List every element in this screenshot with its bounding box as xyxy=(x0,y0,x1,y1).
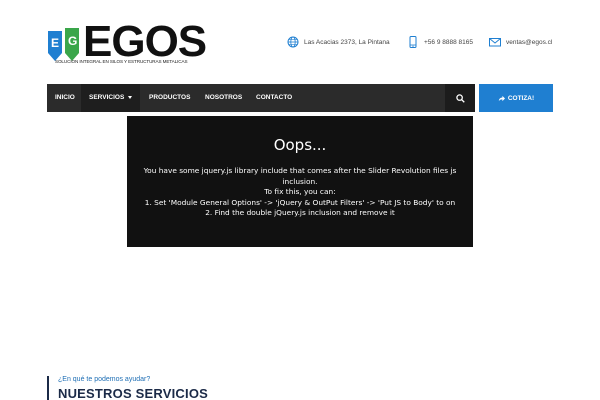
services-subtitle: ¿En qué te podemos ayudar? xyxy=(58,376,151,383)
main-nav: INICIO SERVICIOS PRODUCTOS NOSOTROS CONT… xyxy=(47,84,475,112)
nav-item-servicios[interactable]: SERVICIOS xyxy=(81,84,141,112)
error-step-1: 1. Set 'Module General Options' -> 'jQue… xyxy=(144,197,456,207)
search-icon xyxy=(455,93,465,103)
nav-item-productos[interactable]: PRODUCTOS xyxy=(149,84,190,112)
brand-logo[interactable]: E G EGOS SOLUCION INTEGRAL EN SILOS Y ES… xyxy=(47,20,207,70)
contact-phone[interactable]: +56 9 8888 8165 xyxy=(407,35,473,49)
nav-item-label: SERVICIOS xyxy=(89,94,125,101)
services-title: NUESTROS SERVICIOS xyxy=(58,386,209,400)
svg-text:G: G xyxy=(68,34,77,48)
contact-email[interactable]: ventas@egos.cl xyxy=(489,35,552,49)
nav-item-nosotros[interactable]: NOSOTROS xyxy=(205,84,242,112)
address-text: Las Acacias 2373, La Pintana xyxy=(304,38,390,46)
brand-tagline: SOLUCION INTEGRAL EN SILOS Y ESTRUCTURAS… xyxy=(55,59,188,64)
brand-name: EGOS xyxy=(83,17,207,66)
cotiza-label: COTIZA! xyxy=(507,94,535,102)
section-accent-bar xyxy=(47,376,49,400)
error-fix-intro: To fix this, you can: xyxy=(264,187,336,196)
globe-icon xyxy=(287,36,299,48)
envelope-icon xyxy=(489,38,501,47)
share-arrow-icon xyxy=(498,95,505,101)
mobile-phone-icon xyxy=(409,36,417,48)
silo-logo-icon: E G xyxy=(48,28,79,61)
search-button[interactable] xyxy=(445,84,475,112)
error-message-text: You have some jquery.js library include … xyxy=(143,166,457,186)
phone-text[interactable]: +56 9 8888 8165 xyxy=(424,39,473,46)
error-message: You have some jquery.js library include … xyxy=(127,166,473,219)
cotiza-button[interactable]: COTIZA! xyxy=(479,84,553,112)
nav-item-contacto[interactable]: CONTACTO xyxy=(256,84,292,112)
slider-error-box: Oops... You have some jquery.js library … xyxy=(127,116,473,247)
svg-text:E: E xyxy=(51,36,59,50)
email-text[interactable]: ventas@egos.cl xyxy=(506,39,552,46)
contact-address: Las Acacias 2373, La Pintana xyxy=(287,35,390,49)
nav-item-inicio[interactable]: INICIO xyxy=(55,84,75,112)
caret-down-icon xyxy=(128,95,133,99)
error-title: Oops... xyxy=(273,136,327,154)
error-step-2: 2. Find the double jQuery.js inclusion a… xyxy=(205,208,395,217)
